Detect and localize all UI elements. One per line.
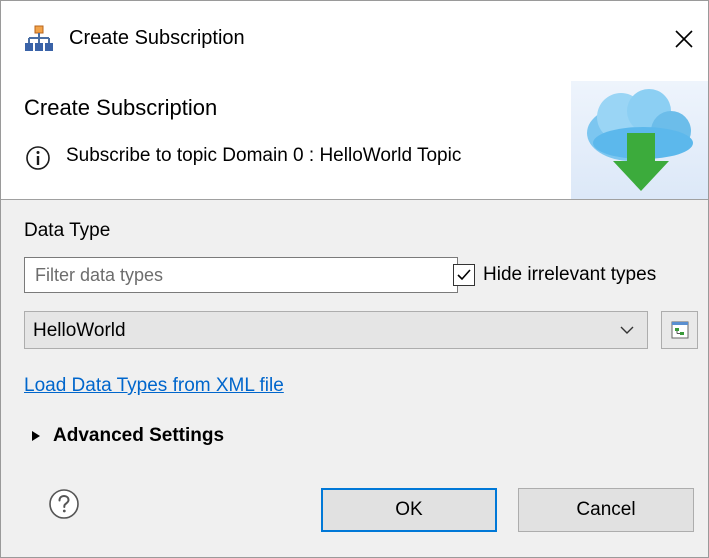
dialog-banner: Create Subscription Subscribe to topic D… [1, 81, 708, 200]
advanced-settings-toggle[interactable]: Advanced Settings [31, 425, 224, 447]
cloud-download-icon [571, 81, 708, 199]
load-data-types-link[interactable]: Load Data Types from XML file [24, 375, 284, 397]
chevron-down-icon [620, 326, 634, 334]
type-tree-icon [671, 321, 688, 339]
data-type-label: Data Type [24, 220, 111, 241]
window-title: Create Subscription [69, 27, 245, 49]
help-icon[interactable] [48, 488, 80, 520]
checkbox-box[interactable] [453, 264, 475, 286]
expand-arrow-icon [32, 431, 40, 441]
hide-irrelevant-types-label: Hide irrelevant types [483, 264, 657, 285]
selected-data-type: HelloWorld [33, 320, 126, 341]
banner-message: Subscribe to topic Domain 0 : HelloWorld… [66, 145, 462, 166]
ok-button[interactable]: OK [321, 488, 497, 532]
info-icon [25, 145, 51, 171]
check-icon [457, 269, 471, 281]
subscription-app-icon [24, 25, 54, 53]
close-button[interactable] [666, 19, 702, 59]
hide-irrelevant-types-checkbox[interactable]: Hide irrelevant types [453, 260, 656, 290]
create-subscription-dialog: Create Subscription Create Subscription … [0, 0, 709, 558]
banner-title: Create Subscription [24, 95, 218, 120]
data-type-select[interactable]: HelloWorld [24, 311, 648, 349]
close-icon [675, 30, 693, 48]
browse-types-button[interactable] [661, 311, 698, 349]
cancel-button[interactable]: Cancel [518, 488, 694, 532]
advanced-settings-label: Advanced Settings [53, 425, 225, 446]
title-bar: Create Subscription [1, 1, 708, 81]
filter-data-types-input[interactable] [24, 257, 458, 293]
